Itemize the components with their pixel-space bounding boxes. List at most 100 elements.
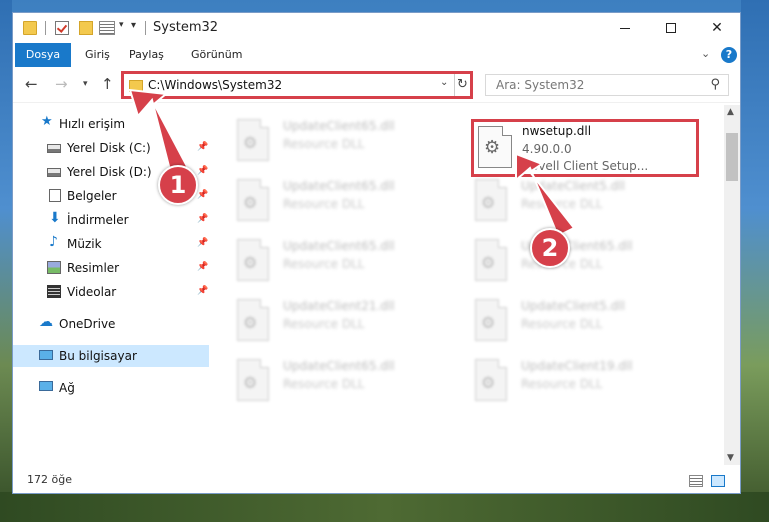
file-name: UpdateClient65.dll — [283, 119, 395, 133]
sidebar-item-label: Müzik — [67, 237, 102, 251]
forward-arrow-icon[interactable]: → — [55, 75, 68, 93]
quick-access-customize-icon[interactable] — [99, 21, 115, 35]
tab-home[interactable]: Giriş — [77, 43, 118, 67]
pin-icon[interactable]: 📌 — [197, 142, 208, 152]
ribbon-tabs: Dosya Giriş Paylaş Görünüm ⌄ ? — [13, 43, 740, 67]
file-description: Resource DLL — [283, 377, 365, 391]
file-description: Resource DLL — [283, 257, 365, 271]
close-icon: ✕ — [711, 20, 723, 36]
vertical-scrollbar[interactable]: ▲ ▼ — [724, 105, 740, 465]
folder-icon — [129, 80, 143, 92]
help-icon[interactable]: ? — [721, 47, 737, 63]
sidebar-item-label: Belgeler — [67, 189, 117, 203]
pictures-icon — [47, 261, 61, 274]
sidebar-item-pictures[interactable]: Resimler 📌 — [13, 257, 209, 279]
sidebar-item-network[interactable]: Ağ — [13, 377, 209, 399]
address-bar[interactable]: C:\Windows\System32 ⌄ ↻ — [121, 71, 473, 99]
file-tile[interactable]: ⚙ UpdateClient21.dll Resource DLL — [211, 293, 411, 347]
sidebar-item-label: Yerel Disk (C:) — [67, 141, 151, 155]
up-arrow-icon[interactable]: ↑ — [101, 75, 114, 93]
file-description: Resource DLL — [521, 317, 603, 331]
sidebar-item-music[interactable]: ♪ Müzik 📌 — [13, 233, 209, 255]
minimize-icon — [620, 27, 630, 29]
search-icon[interactable]: ⚲ — [710, 77, 720, 92]
sidebar-item-label: Resimler — [67, 261, 120, 275]
tab-share[interactable]: Paylaş — [121, 43, 172, 67]
gear-icon: ⚙ — [484, 137, 501, 158]
sidebar-item-downloads[interactable]: ⬇ İndirmeler 📌 — [13, 209, 209, 231]
pin-icon[interactable]: 📌 — [197, 166, 208, 176]
minimize-button[interactable] — [602, 13, 648, 43]
file-tile[interactable]: ⚙ UpdateClient19.dll Resource DLL — [449, 353, 649, 407]
file-name: UpdateClient65.dll — [283, 179, 395, 193]
navigation-pane: ★ Hızlı erişim Yerel Disk (C:) 📌 Yerel D… — [13, 105, 211, 465]
sidebar-item-label: İndirmeler — [67, 213, 129, 227]
details-view-icon[interactable] — [689, 475, 703, 487]
file-tile[interactable]: ⚙ UpdateClient5.dll Resource DLL — [449, 293, 649, 347]
sidebar-item-videos[interactable]: Videolar 📌 — [13, 281, 209, 303]
refresh-icon[interactable]: ↻ — [454, 74, 470, 96]
sidebar-item-label: Hızlı erişim — [59, 117, 126, 131]
pin-icon[interactable]: 📌 — [197, 262, 208, 272]
annotation-step-2-badge: 2 — [530, 228, 570, 268]
chevron-down-icon[interactable]: ▾ — [119, 20, 124, 30]
gear-icon: ⚙ — [243, 133, 258, 152]
gear-icon: ⚙ — [481, 193, 496, 212]
gear-icon: ⚙ — [243, 253, 258, 272]
sidebar-item-label: Ağ — [59, 381, 75, 395]
search-input[interactable]: Ara: System32 ⚲ — [485, 74, 729, 96]
sidebar-item-onedrive[interactable]: ☁ OneDrive — [13, 313, 209, 335]
scroll-down-arrow-icon[interactable]: ▼ — [727, 453, 734, 463]
file-description: Resource DLL — [521, 377, 603, 391]
file-description: Resource DLL — [521, 197, 603, 211]
status-bar: 172 öğe — [13, 469, 740, 493]
back-arrow-icon[interactable]: ← — [25, 75, 38, 93]
item-count: 172 öğe — [27, 473, 72, 486]
pin-icon[interactable]: 📌 — [197, 286, 208, 296]
onedrive-icon: ☁ — [39, 314, 53, 330]
file-tile[interactable]: ⚙ UpdateClient65.dll Resource DLL — [211, 113, 411, 167]
file-name: UpdateClient21.dll — [283, 299, 395, 313]
annotation-step-1-badge: 1 — [158, 165, 198, 205]
file-description: Resource DLL — [283, 137, 365, 151]
sidebar-item-this-pc[interactable]: Bu bilgisayar — [13, 345, 209, 367]
scrollbar-thumb[interactable] — [726, 133, 738, 181]
pin-icon[interactable]: 📌 — [197, 214, 208, 224]
gear-icon: ⚙ — [243, 373, 258, 392]
properties-check-icon[interactable] — [55, 21, 69, 35]
documents-icon — [49, 189, 61, 202]
gear-icon: ⚙ — [481, 313, 496, 332]
gear-icon: ⚙ — [243, 193, 258, 212]
sidebar-item-label: Bu bilgisayar — [59, 349, 137, 363]
tab-file[interactable]: Dosya — [15, 43, 71, 67]
this-pc-icon — [39, 350, 53, 360]
folder-icon[interactable] — [23, 21, 37, 35]
toolbar-separator — [145, 21, 146, 35]
ribbon-expand-chevron-icon[interactable]: ⌄ — [701, 47, 710, 60]
maximize-button[interactable] — [648, 13, 694, 43]
file-tile[interactable]: ⚙ UpdateClient65.dll Resource DLL — [211, 233, 411, 287]
drive-icon — [47, 144, 61, 153]
file-tile[interactable]: ⚙ UpdateClient65.dll Resource DLL — [211, 173, 411, 227]
pin-icon[interactable]: 📌 — [197, 190, 208, 200]
quick-access-toolbar-dropdown-icon[interactable]: ▾ — [131, 20, 136, 31]
recent-locations-chevron-icon[interactable]: ▾ — [83, 79, 88, 89]
file-tile[interactable]: ⚙ UpdateClient5.dll Resource DLL — [449, 173, 649, 227]
address-path[interactable]: C:\Windows\System32 — [148, 78, 282, 92]
file-tile-nwsetup-dll[interactable]: ⚙ nwsetup.dll 4.90.0.0 Novell Client Set… — [471, 119, 699, 177]
close-button[interactable]: ✕ — [694, 13, 740, 43]
new-folder-icon[interactable] — [79, 21, 93, 35]
file-name: UpdateClient5.dll — [521, 299, 625, 313]
scroll-up-arrow-icon[interactable]: ▲ — [727, 107, 734, 117]
large-icons-view-icon[interactable] — [711, 475, 725, 487]
sidebar-item-label: OneDrive — [59, 317, 116, 331]
address-dropdown-chevron-icon[interactable]: ⌄ — [440, 77, 448, 88]
tab-view[interactable]: Görünüm — [183, 43, 250, 67]
gear-icon: ⚙ — [481, 253, 496, 272]
file-tile[interactable]: ⚙ UpdateClient65.dll Resource DLL — [211, 353, 411, 407]
pin-icon[interactable]: 📌 — [197, 238, 208, 248]
toolbar-separator — [45, 21, 46, 35]
sidebar-item-quick-access[interactable]: ★ Hızlı erişim — [13, 113, 209, 135]
sidebar-item-label: Videolar — [67, 285, 117, 299]
sidebar-item-local-disk-c[interactable]: Yerel Disk (C:) 📌 — [13, 137, 209, 159]
